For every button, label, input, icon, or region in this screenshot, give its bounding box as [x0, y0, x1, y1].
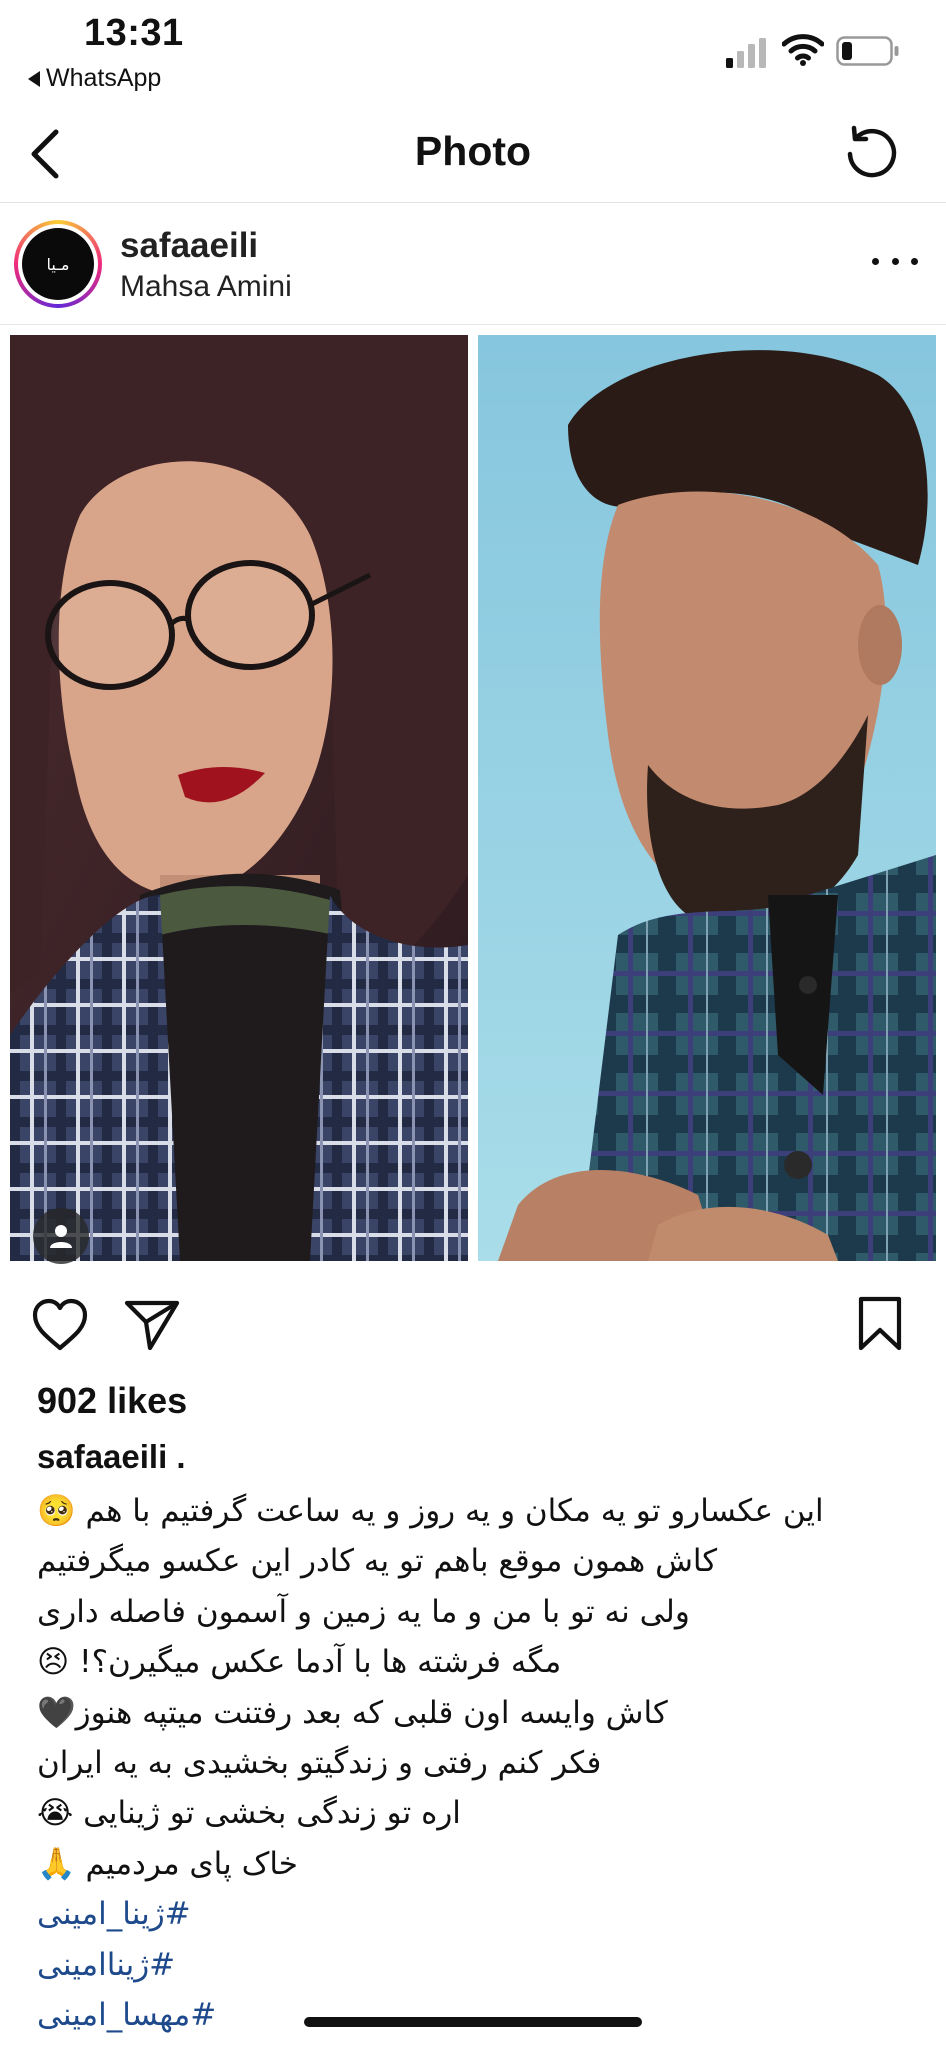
hashtag-link[interactable]: #ژیناامینی: [37, 1940, 175, 1990]
paper-plane-icon[interactable]: [124, 1298, 180, 1352]
status-time: 13:31: [84, 12, 184, 54]
post-photo[interactable]: [0, 326, 946, 1278]
bookmark-icon[interactable]: [856, 1296, 904, 1352]
back-app-label: WhatsApp: [46, 64, 162, 92]
refresh-icon[interactable]: [842, 124, 902, 184]
photo-right-panel: [478, 335, 936, 1261]
signal-bars-icon: [726, 38, 766, 68]
back-to-app-link[interactable]: WhatsApp: [28, 64, 161, 93]
tag-people-button[interactable]: [33, 1208, 89, 1264]
caption-username[interactable]: safaaeili .: [37, 1438, 186, 1476]
more-horizontal-icon[interactable]: [872, 246, 918, 276]
back-triangle-icon: [28, 70, 40, 87]
wifi-icon: [782, 34, 824, 66]
post-location[interactable]: Mahsa Amini: [120, 270, 292, 304]
caption-line: خاک پای مردمیم 🙏: [37, 1845, 298, 1882]
nav-bar: Photo: [0, 110, 946, 203]
caption-line: مگه فرشته ها با آدما عکس میگیرن؟! 😣: [37, 1644, 562, 1681]
hashtag-link[interactable]: #ژینا_امینی: [37, 1889, 191, 1939]
caption-line: فکر کنم رفتی و زندگیتو بخشیدی به یه ایرا…: [37, 1744, 602, 1781]
avatar[interactable]: مـیا: [14, 220, 102, 308]
post-username[interactable]: safaaeili: [120, 226, 258, 266]
battery-icon: [836, 36, 899, 66]
avatar-text: مـیا: [22, 228, 94, 300]
hashtag-link[interactable]: #مهسا_امینی: [37, 1990, 216, 2040]
caption-line: کاش وایسه اون قلبی که بعد رفتنت میتپه هن…: [37, 1694, 668, 1731]
caption-line: کاش همون موقع باهم تو یه کادر این عکسو م…: [37, 1543, 718, 1580]
person-icon: [50, 1225, 72, 1248]
page-title: Photo: [414, 128, 532, 174]
likes-count[interactable]: 902 likes: [37, 1380, 187, 1422]
caption-line: اره تو زندگی بخشی تو ژینایی 😭: [37, 1795, 461, 1832]
post-header: مـیا safaaeili Mahsa Amini: [0, 204, 946, 325]
photo-left-panel: [10, 335, 468, 1261]
home-indicator[interactable]: [304, 2017, 642, 2027]
post-actions: [0, 1296, 946, 1356]
heart-icon[interactable]: [32, 1298, 88, 1352]
status-bar: 13:31 WhatsApp: [0, 0, 946, 100]
caption-line: این عکسارو تو یه مکان و یه روز و یه ساعت…: [37, 1493, 824, 1529]
caption: این عکسارو تو یه مکان و یه روز و یه ساعت…: [37, 1486, 909, 2040]
caption-line: ولی نه تو با من و ما یه زمین و آسمون فاص…: [37, 1593, 690, 1630]
